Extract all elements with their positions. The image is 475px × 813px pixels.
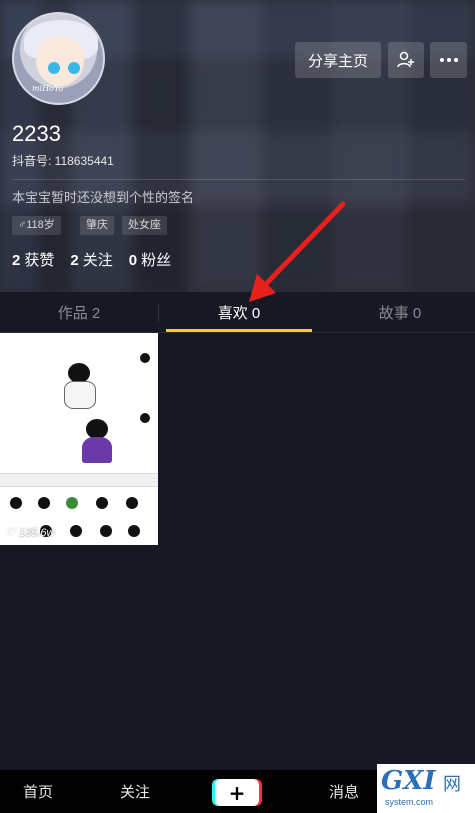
watermark-logo: GXI <box>381 766 436 796</box>
like-count-value: 135.6w <box>18 527 55 539</box>
sticker <box>38 497 50 509</box>
thumbnail-input-strip <box>0 473 158 487</box>
tag-gender-age: ♂118岁 <box>12 216 61 235</box>
stat-likes-count: 2 <box>12 252 21 269</box>
profile-stats: 2 获赞 2 关注 0 粉丝 <box>12 249 171 270</box>
cartoon-body <box>64 381 96 409</box>
sticker <box>126 497 138 509</box>
add-user-icon <box>397 51 414 68</box>
stat-following-count: 2 <box>70 252 79 269</box>
nav-home[interactable]: 首页 <box>0 770 76 813</box>
tab-likes[interactable]: 喜欢 0 <box>166 292 312 333</box>
cartoon-mini-head <box>140 353 150 363</box>
cartoon-head <box>86 419 108 439</box>
avatar-eye-right <box>68 62 80 74</box>
site-watermark: GXI 网 system.com <box>377 764 475 813</box>
add-friend-button[interactable] <box>388 42 424 78</box>
tab-separator <box>158 304 159 322</box>
sticker <box>100 525 112 537</box>
profile-divider <box>12 179 465 180</box>
nav-messages[interactable]: 消息 <box>312 770 376 813</box>
stat-likes-received[interactable]: 2 获赞 <box>12 249 54 270</box>
liked-video-thumbnail[interactable]: ♡ 135.6w <box>0 333 158 545</box>
signature: 本宝宝暂时还没想到个性的签名 <box>12 190 195 205</box>
avatar[interactable]: miHoYo <box>12 12 105 105</box>
cartoon-purple-dress <box>82 437 112 463</box>
watermark-domain: system.com <box>385 797 434 807</box>
cartoon-head <box>68 363 90 383</box>
stat-followers-label: 粉丝 <box>141 252 172 269</box>
stat-followers[interactable]: 0 粉丝 <box>129 249 171 270</box>
create-video-button[interactable]: + <box>215 779 259 806</box>
stat-following[interactable]: 2 关注 <box>70 249 112 270</box>
avatar-logo-text: miHoYo <box>32 84 64 93</box>
tag-city: 肇庆 <box>80 216 114 235</box>
active-tab-indicator <box>166 329 312 332</box>
more-button[interactable] <box>430 42 467 78</box>
sticker <box>70 525 82 537</box>
tab-works[interactable]: 作品 2 <box>0 292 158 333</box>
stat-likes-label: 获赞 <box>24 252 55 269</box>
heart-outline-icon: ♡ <box>6 527 16 539</box>
username: 2233 <box>12 121 61 146</box>
stat-following-label: 关注 <box>82 252 113 269</box>
avatar-face <box>36 36 84 86</box>
tab-stories[interactable]: 故事 0 <box>325 292 475 333</box>
thumbnail-like-count: ♡ 135.6w <box>6 526 54 539</box>
profile-tabs: 作品 2 喜欢 0 故事 0 <box>0 292 475 333</box>
avatar-eye-left <box>48 62 60 74</box>
sticker <box>66 497 78 509</box>
watermark-wang: 网 <box>443 774 461 795</box>
share-profile-button[interactable]: 分享主页 <box>295 42 381 78</box>
sticker <box>10 497 22 509</box>
cartoon-mini-head <box>140 413 150 423</box>
sticker <box>128 525 140 537</box>
nav-follow[interactable]: 关注 <box>100 770 170 813</box>
stat-followers-count: 0 <box>128 252 138 269</box>
tag-zodiac: 处女座 <box>122 216 167 235</box>
more-icon <box>439 58 458 62</box>
douyin-id: 抖音号: 118635441 <box>12 154 114 168</box>
sticker <box>96 497 108 509</box>
